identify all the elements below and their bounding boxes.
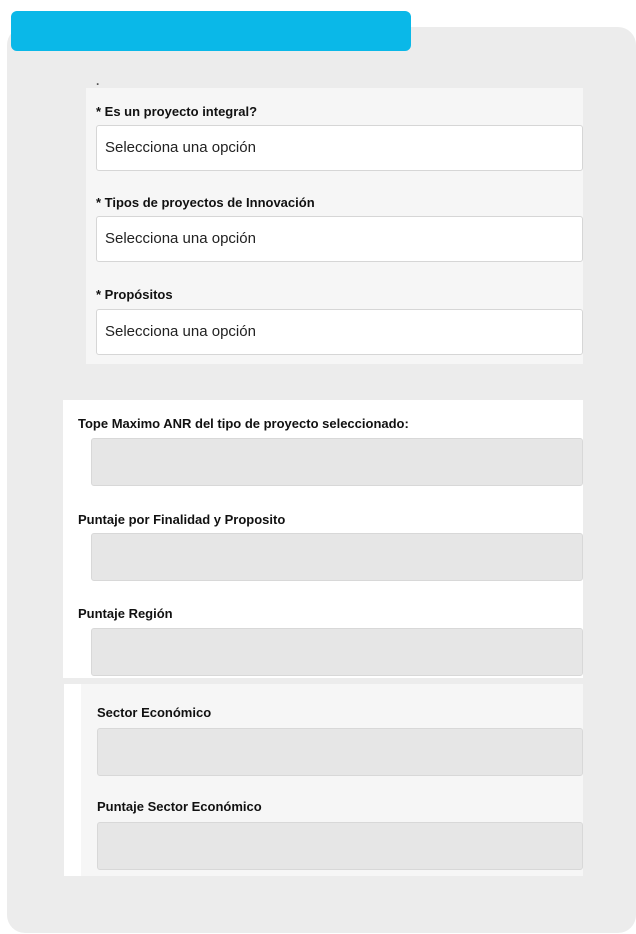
puntaje-finalidad-label: Puntaje por Finalidad y Proposito (78, 512, 286, 527)
puntaje-sector-label: Puntaje Sector Económico (97, 799, 262, 814)
integral-select[interactable]: Selecciona una opción (96, 125, 583, 171)
sector-label: Sector Económico (97, 705, 212, 720)
innovation-types-label: * Tipos de proyectos de Innovación (96, 195, 315, 210)
tope-anr-label: Tope Maximo ANR del tipo de proyecto sel… (78, 416, 409, 431)
cut-off-section-title: · (96, 80, 100, 91)
innovation-types-select[interactable]: Selecciona una opción (96, 216, 583, 262)
puntaje-sector-field (97, 822, 583, 870)
purposes-select[interactable]: Selecciona una opción (96, 309, 583, 355)
puntaje-finalidad-field (91, 533, 583, 581)
purposes-label: * Propósitos (96, 287, 173, 302)
tope-anr-field (91, 438, 583, 486)
header-accent-bar (11, 11, 411, 51)
integral-label: * Es un proyecto integral? (96, 104, 258, 119)
sector-field (97, 728, 583, 776)
puntaje-region-field (91, 628, 583, 676)
puntaje-region-label: Puntaje Región (78, 606, 173, 621)
